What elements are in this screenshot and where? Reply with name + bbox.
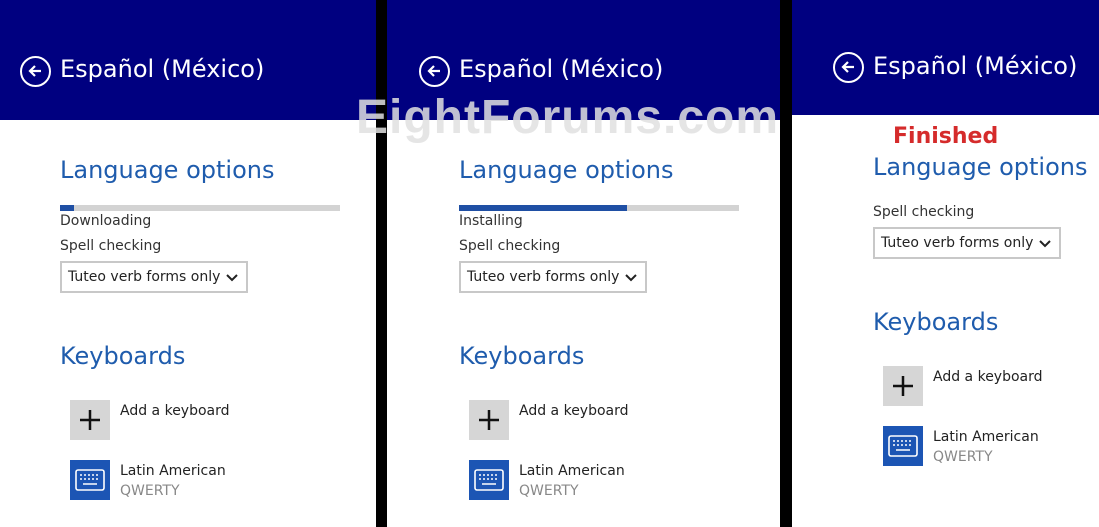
add-keyboard-label[interactable]: Add a keyboard [120,403,230,419]
add-keyboard-label[interactable]: Add a keyboard [933,369,1043,385]
add-keyboard-button[interactable] [883,366,923,406]
progress-fill [60,205,74,211]
header-bar: Español (México) [0,0,376,120]
keyboard-icon [888,435,918,457]
finished-annotation: Finished [893,124,999,149]
settings-panel-finished: Español (México) Language options Spell … [792,0,1099,527]
page-title: Español (México) [873,52,1078,80]
chevron-down-icon [625,274,637,282]
spell-checking-dropdown[interactable]: Tuteo verb forms only [60,261,248,293]
status-text: Downloading [60,213,152,229]
language-options-heading: Language options [459,156,674,184]
keyboard-layout: QWERTY [519,483,579,499]
add-keyboard-label[interactable]: Add a keyboard [519,403,629,419]
keyboards-heading: Keyboards [873,308,999,336]
keyboards-heading: Keyboards [459,342,585,370]
page-title: Español (México) [60,55,265,83]
add-keyboard-button[interactable] [469,400,509,440]
status-text: Installing [459,213,523,229]
keyboard-tile[interactable] [70,460,110,500]
spell-checking-label: Spell checking [873,204,975,220]
dropdown-value: Tuteo verb forms only [68,269,221,285]
spell-checking-dropdown[interactable]: Tuteo verb forms only [873,227,1061,259]
progress-fill [459,205,627,211]
plus-icon [80,410,100,430]
download-progress-bar [60,205,340,211]
back-button[interactable] [419,56,450,87]
settings-panel-downloading: Español (México) Language options Downlo… [0,0,376,527]
spell-checking-dropdown[interactable]: Tuteo verb forms only [459,261,647,293]
header-bar: Español (México) [792,0,1099,115]
back-arrow-icon [427,65,440,77]
back-arrow-icon [28,65,41,77]
language-options-heading: Language options [873,153,1088,181]
keyboard-icon [474,469,504,491]
spell-checking-label: Spell checking [60,238,162,254]
dropdown-value: Tuteo verb forms only [881,235,1034,251]
keyboard-name[interactable]: Latin American [519,463,625,479]
back-button[interactable] [833,52,864,83]
keyboard-name[interactable]: Latin American [120,463,226,479]
spell-checking-label: Spell checking [459,238,561,254]
keyboard-tile[interactable] [883,426,923,466]
dropdown-value: Tuteo verb forms only [467,269,620,285]
back-arrow-icon [841,61,854,73]
settings-panel-installing: Español (México) Language options Instal… [387,0,780,527]
page-title: Español (México) [459,55,664,83]
keyboard-tile[interactable] [469,460,509,500]
back-button[interactable] [20,56,51,87]
keyboard-layout: QWERTY [120,483,180,499]
keyboard-icon [75,469,105,491]
keyboards-heading: Keyboards [60,342,186,370]
keyboard-name[interactable]: Latin American [933,429,1039,445]
language-options-heading: Language options [60,156,275,184]
install-progress-bar [459,205,739,211]
keyboard-layout: QWERTY [933,449,993,465]
add-keyboard-button[interactable] [70,400,110,440]
watermark: EightForums.com [356,91,780,144]
plus-icon [893,376,913,396]
chevron-down-icon [1039,240,1051,248]
plus-icon [479,410,499,430]
chevron-down-icon [226,274,238,282]
